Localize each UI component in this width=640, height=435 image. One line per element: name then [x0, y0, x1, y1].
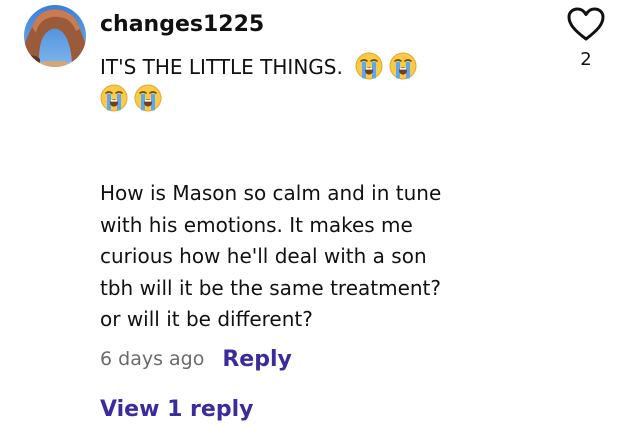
reply-button[interactable]: Reply: [222, 347, 292, 372]
heart-outline-icon: [567, 7, 605, 41]
comment-line: with his emotions. It makes me: [100, 212, 413, 237]
loudly-crying-face-icon: [389, 52, 417, 80]
avatar[interactable]: [24, 5, 86, 67]
comment-line: tbh will it be the same treatment?: [100, 275, 442, 300]
comment-username[interactable]: changes1225: [100, 10, 264, 40]
comment-line: How is Mason so calm and in tune: [100, 181, 442, 205]
comment-body: IT'S THE LITTLE THINGS. How is Mason so …: [100, 52, 520, 336]
avatar-image: [24, 5, 86, 67]
comment-line: curious how he'll deal with a son: [100, 244, 427, 268]
comment-timestamp: 6 days ago: [100, 348, 205, 370]
like-button[interactable]: [566, 6, 606, 42]
comment-meta: 6 days ago Reply: [100, 342, 292, 376]
comment-line-text: IT'S THE LITTLE THINGS.: [100, 55, 343, 79]
comment-line: IT'S THE LITTLE THINGS.: [100, 52, 520, 84]
view-replies-button[interactable]: View 1 reply: [100, 394, 253, 426]
comment-emoji-line: [100, 84, 520, 116]
comment-line: or will it be different?: [100, 307, 313, 331]
loudly-crying-face-icon: [355, 52, 383, 80]
like-count: 2: [580, 49, 592, 70]
loudly-crying-face-icon: [134, 84, 162, 111]
loudly-crying-face-icon: [100, 84, 128, 111]
